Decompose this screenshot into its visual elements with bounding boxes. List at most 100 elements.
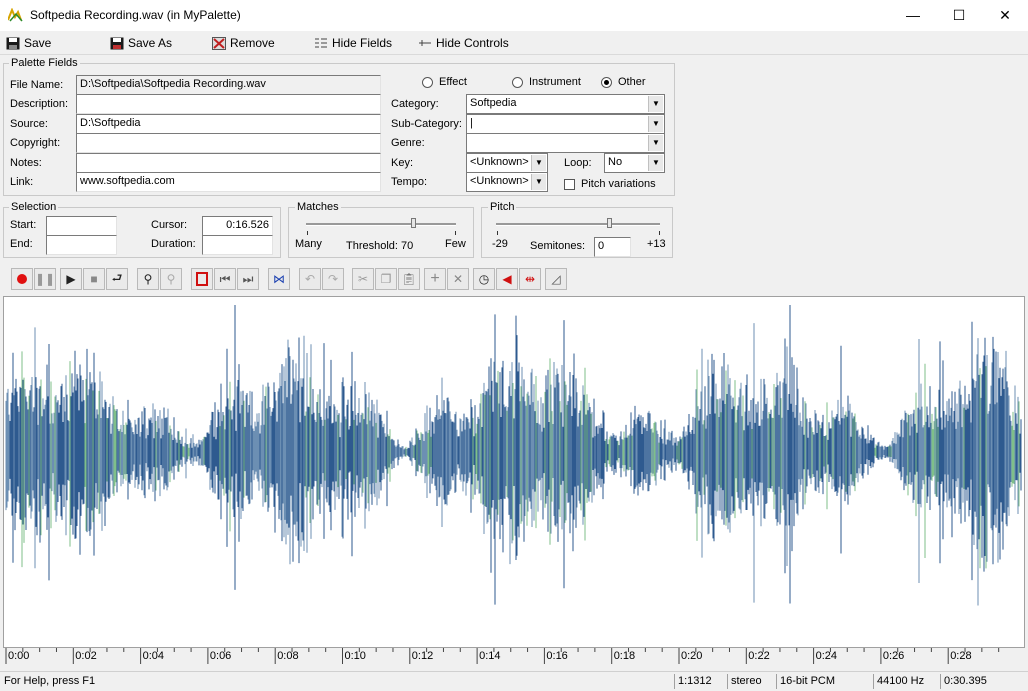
chevron-down-icon[interactable]: ▼ [531,174,546,190]
speaker-icon: ◀ [502,272,512,286]
paste-button[interactable]: 📋︎ [398,268,420,290]
pitch-slider-track[interactable] [496,223,660,226]
semitones-field[interactable]: 0 [594,237,631,257]
end-label: End: [10,238,33,250]
maximize-button[interactable]: ☐ [936,0,982,31]
go-start-button[interactable]: ⏮ [214,268,236,290]
remove-button[interactable]: Remove [212,36,275,50]
genre-label: Genre: [391,137,425,149]
chevron-down-icon[interactable]: ▼ [531,155,546,171]
key-select[interactable]: <Unknown> ▼ [466,153,548,173]
stop-button[interactable]: ■ [83,268,105,290]
description-field[interactable] [76,94,381,114]
end-field[interactable] [46,235,117,255]
pause-icon: ❚❚ [34,272,56,286]
copy-button[interactable]: ❐ [375,268,397,290]
waveform-view[interactable] [3,296,1025,648]
radio-instrument[interactable]: Instrument [512,76,581,88]
tempo-label: Tempo: [391,176,428,188]
timeline-label: 0:16 [546,650,568,662]
many-label: Many [295,238,322,250]
radio-other[interactable]: Other [601,76,646,88]
chevron-down-icon[interactable]: ▼ [648,96,663,112]
save-button[interactable]: Save [6,36,51,50]
link-field[interactable]: www.softpedia.com [76,172,381,192]
hide-controls-button[interactable]: Hide Controls [418,36,509,50]
save-icon [6,37,20,50]
select-all-button[interactable] [191,268,213,290]
split-button[interactable]: ⇹ [519,268,541,290]
loop-select[interactable]: No ▼ [604,153,665,173]
radio-effect[interactable]: Effect [422,76,467,88]
delete-button[interactable]: ✕ [447,268,469,290]
cut-button[interactable]: ✂ [352,268,374,290]
zoom-out-button[interactable]: ⚲ [160,268,182,290]
loop-value: No [608,156,623,168]
threshold-slider-track[interactable] [306,223,456,226]
minimize-button[interactable]: — [890,0,936,31]
file-name-field[interactable]: D:\Softpedia\Softpedia Recording.wav [76,75,381,95]
chevron-down-icon[interactable]: ▼ [648,135,663,151]
source-field[interactable]: D:\Softpedia [76,114,381,134]
speaker-button[interactable]: ◀ [496,268,518,290]
category-select[interactable]: Softpedia ▼ [466,94,665,114]
pitch-variations-box[interactable] [564,178,575,190]
play-button[interactable]: ▶ [60,268,82,290]
chevron-down-icon[interactable]: ▼ [648,116,663,132]
maximize-icon: ☐ [952,7,966,23]
pitch-slider-thumb[interactable] [607,218,612,228]
radio-instrument-dot[interactable] [512,76,523,88]
normalize-button[interactable]: ⋈ [268,268,290,290]
zoom-in-button[interactable]: ⚲ [137,268,159,290]
matches-label: Matches [295,201,341,213]
slider-tick [659,231,660,235]
redo-button[interactable]: ↷ [322,268,344,290]
go-end-icon: ⏭ [242,271,254,286]
record-button[interactable] [11,268,33,290]
chevron-down-icon[interactable]: ▼ [648,155,663,171]
copyright-field[interactable] [76,133,381,153]
subcategory-select[interactable]: | ▼ [466,114,665,134]
pitch-variations-checkbox[interactable]: Pitch variations [564,178,656,190]
genre-select[interactable]: ▼ [466,133,665,153]
close-icon: ✕ [999,7,1011,23]
threshold-slider-thumb[interactable] [411,218,416,228]
timeline-label: 0:04 [142,650,165,662]
hide-fields-icon [314,37,328,50]
key-label: Key: [391,157,414,169]
hide-fields-button[interactable]: Hide Fields [314,36,392,50]
slider-tick [307,231,308,235]
add-button[interactable]: + [424,268,446,290]
cursor-field[interactable]: 0:16.526 [202,216,273,236]
fade-button[interactable]: ◿ [545,268,567,290]
main-toolbar: Save Save As Remove Hide Fields Hide Con… [0,32,1028,55]
start-field[interactable] [46,216,117,236]
zoom-in-icon: ⚲ [143,272,153,286]
go-end-button[interactable]: ⏭ [237,268,259,290]
radio-effect-dot[interactable] [422,76,433,88]
minimize-icon: — [906,7,920,23]
timeline-ruler[interactable]: 0:00 0:02 0:04 0:06 0:08 0:10 0:12 0:14 0:16 0:18… [3,648,1025,668]
duration-field[interactable] [202,235,273,255]
semitones-label: Semitones: [530,240,586,252]
few-label: Few [445,238,466,250]
timer-button[interactable]: ◷ [473,268,495,290]
close-button[interactable]: ✕ [982,0,1028,31]
notes-field[interactable] [76,153,381,173]
waveform-graphic[interactable] [4,297,1024,647]
copyright-label: Copyright: [10,137,61,149]
normalize-icon: ⋈ [273,272,285,286]
pause-button[interactable]: ❚❚ [34,268,56,290]
timeline-label: 0:14 [479,650,501,662]
link-label: Link: [10,176,34,188]
timeline-label: 0:18 [613,650,636,662]
status-zoom: 1:1312 [674,674,726,689]
loop-play-button[interactable]: ⮐ [106,268,128,290]
pitch-min-label: -29 [492,238,508,250]
save-as-button[interactable]: Save As [110,36,172,50]
play-icon: ▶ [66,272,76,286]
tempo-select[interactable]: <Unknown> ▼ [466,172,548,192]
radio-other-dot[interactable] [601,76,612,88]
undo-button[interactable]: ↶ [299,268,321,290]
timeline-label: 0:02 [75,650,97,662]
